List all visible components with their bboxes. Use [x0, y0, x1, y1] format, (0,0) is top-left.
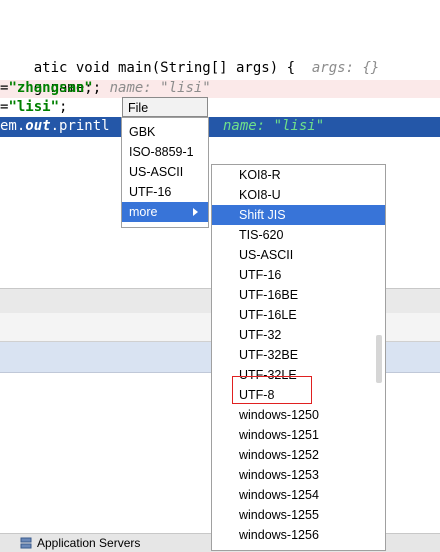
submenu-item-windows-1252[interactable]: windows-1252 [212, 445, 385, 465]
string-literal: "zhangsan" [8, 80, 93, 96]
file-encoding-title: File Encoding [122, 97, 208, 135]
application-servers-label: Application Servers [37, 536, 141, 550]
inline-hint: args: {} [311, 60, 380, 76]
submenu-item-shift-jis[interactable]: Shift JIS [212, 205, 385, 225]
code-text: ; [92, 80, 102, 96]
code-text: ; [59, 99, 68, 115]
selected-line-hint: name: "lisi" [223, 117, 324, 136]
file-encoding-menu: GBK ISO-8859-1 US-ASCII UTF-16 more [121, 117, 209, 228]
code-field: out [25, 118, 51, 134]
submenu-scrollbar[interactable] [376, 335, 382, 383]
submenu-item-windows-1251[interactable]: windows-1251 [212, 425, 385, 445]
menu-item-more[interactable]: more [122, 202, 208, 222]
submenu-item-windows-1254[interactable]: windows-1254 [212, 485, 385, 505]
code-text: em. [0, 118, 26, 134]
submenu-item-windows-1253[interactable]: windows-1253 [212, 465, 385, 485]
code-line-1: atic void main(String[] args) { args: {} [0, 40, 380, 76]
code-line-5: em.out.printl [0, 117, 110, 136]
submenu-arrow-icon [193, 208, 198, 216]
submenu-item-windows-1250[interactable]: windows-1250 [212, 405, 385, 425]
submenu-item-utf-16be[interactable]: UTF-16BE [212, 285, 385, 305]
menu-item-gbk[interactable]: GBK [122, 122, 208, 142]
string-literal: "lisi" [8, 99, 60, 115]
inline-hint: name: "lisi" [109, 80, 211, 96]
submenu-item-utf-16le[interactable]: UTF-16LE [212, 305, 385, 325]
submenu-item-tis-620[interactable]: TIS-620 [212, 225, 385, 245]
submenu-item-utf-32[interactable]: UTF-32 [212, 325, 385, 345]
utf-8-annotation-box [232, 376, 312, 404]
menu-item-more-label: more [129, 205, 158, 219]
submenu-item-windows-1256[interactable]: windows-1256 [212, 525, 385, 545]
code-line-4: ="lisi"; [0, 98, 67, 117]
submenu-item-utf-32be[interactable]: UTF-32BE [212, 345, 385, 365]
more-encodings-submenu: KOI8-R KOI8-U Shift JIS TIS-620 US-ASCII… [211, 164, 386, 551]
submenu-item-utf-16[interactable]: UTF-16 [212, 265, 385, 285]
submenu-item-koi8-u[interactable]: KOI8-U [212, 185, 385, 205]
submenu-item-us-ascii[interactable]: US-ASCII [212, 245, 385, 265]
submenu-item-koi8-r[interactable]: KOI8-R [212, 165, 385, 185]
code-line-2: g name; name: "lisi" [0, 60, 211, 96]
menu-item-us-ascii[interactable]: US-ASCII [122, 162, 208, 182]
code-text: .printl [50, 118, 110, 134]
inline-hint: name: "lisi" [223, 118, 325, 134]
server-icon [20, 537, 32, 549]
application-servers-tab[interactable]: Application Servers [20, 535, 140, 551]
menu-item-utf-16[interactable]: UTF-16 [122, 182, 208, 202]
submenu-item-windows-1255[interactable]: windows-1255 [212, 505, 385, 525]
code-line-3: ="zhangsan"; [0, 79, 101, 98]
menu-item-iso-8859-1[interactable]: ISO-8859-1 [122, 142, 208, 162]
